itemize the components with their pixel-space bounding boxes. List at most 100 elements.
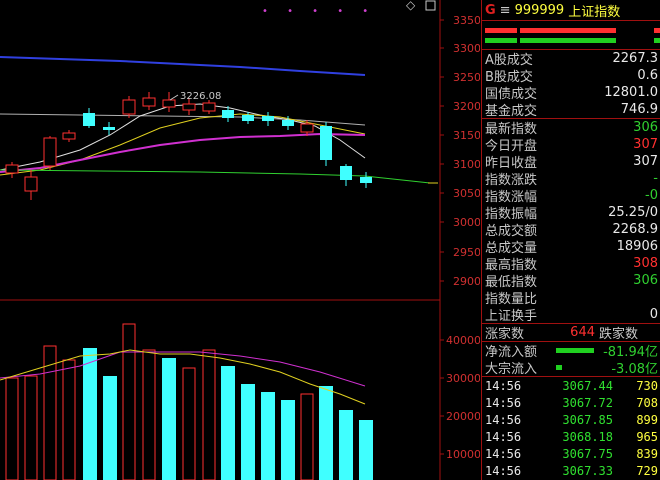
candle-down	[282, 120, 294, 126]
price-label: 3300	[453, 42, 480, 55]
price-label: 3250	[453, 71, 480, 84]
stat-row: 基金成交 746.9	[482, 101, 660, 119]
tick-row: 14:56 3068.18 965	[482, 428, 660, 445]
quote-panel: G ≡ 999999 上证指数 A股成交 2267.3 B股成交 0.6 国债成交 1…	[481, 0, 660, 480]
tick-time: 14:56	[485, 395, 522, 410]
candle-down	[262, 116, 274, 121]
volume-bar-down	[359, 420, 373, 480]
candle-down	[360, 177, 372, 183]
stat-value: 0	[649, 307, 658, 322]
kline-chart-area[interactable]: 3350 3300 3250 3200 3150 3100 3050 3000 …	[0, 0, 480, 480]
volume-bar-down	[162, 358, 176, 480]
candle-down	[242, 115, 254, 121]
volume-label: 30000	[446, 372, 480, 385]
price-label: 3000	[453, 216, 480, 229]
stat-value: 307	[633, 137, 658, 152]
stat-row: A股成交 2267.3	[482, 50, 660, 68]
tick-row: 14:56 3067.75 839	[482, 445, 660, 462]
turnover-section: A股成交 2267.3 B股成交 0.6 国债成交 12801.0 基金成交 746.9	[482, 50, 660, 119]
up-count-value: 644	[570, 325, 595, 340]
stat-row: 今日开盘 307	[482, 136, 660, 154]
price-label: 2950	[453, 246, 480, 259]
tick-price: 3067.85	[562, 412, 613, 427]
volume-bar-down	[221, 366, 235, 480]
tick-price: 3067.72	[562, 395, 613, 410]
candle-up	[182, 103, 196, 111]
stat-value: 746.9	[620, 102, 658, 117]
tick-time: 14:56	[485, 412, 522, 427]
stat-value: 25.25/0	[608, 205, 658, 220]
stat-row: 指数量比	[482, 289, 660, 307]
stat-row: 上证换手 0	[482, 306, 660, 324]
tick-row: 14:56 3067.33 729	[482, 462, 660, 479]
tick-list[interactable]: 14:56 3067.44 730 14:56 3067.72 708 14:56 306…	[482, 377, 660, 479]
candle-down	[83, 113, 95, 126]
volume-bar-down	[339, 410, 353, 480]
bid-bar	[520, 28, 616, 33]
stat-row: 总成交额 2268.9	[482, 221, 660, 239]
volume-bar-up	[62, 359, 76, 480]
tick-time: 14:56	[485, 378, 522, 393]
tick-price: 3067.75	[562, 446, 613, 461]
tick-row: 14:56 3067.44 730	[482, 377, 660, 394]
stat-value: 0.6	[637, 68, 658, 83]
tick-time: 14:56	[485, 463, 522, 478]
stat-row: 指数振幅 25.25/0	[482, 204, 660, 222]
candle-down	[340, 166, 352, 180]
tick-volume: 965	[636, 429, 658, 444]
volume-bar-up	[5, 377, 19, 480]
stat-row: 总成交量 18906	[482, 238, 660, 256]
panel-header: G ≡ 999999 上证指数	[482, 0, 660, 21]
volume-bars	[5, 323, 373, 480]
stat-row: 最高指数 308	[482, 255, 660, 273]
diamond-icon[interactable]: ◇	[406, 0, 416, 12]
index-name: 上证指数	[568, 4, 621, 20]
volume-bar-down	[83, 348, 97, 480]
kline-chart[interactable]: 3350 3300 3250 3200 3150 3100 3050 3000 …	[0, 0, 480, 480]
stat-value: -0	[645, 188, 658, 203]
candle-down	[103, 127, 115, 130]
window-icon[interactable]	[425, 0, 436, 11]
stat-row: 指数涨跌 -	[482, 170, 660, 188]
net-inflow-bar	[556, 348, 594, 353]
order-bar-area	[482, 21, 660, 50]
menu-icon[interactable]: ≡	[500, 3, 515, 18]
stat-label: 上证换手	[485, 309, 538, 324]
stat-value: -	[653, 171, 658, 186]
high-annotation-line	[169, 94, 179, 101]
ask-bar	[654, 38, 660, 43]
stat-row: 国债成交 12801.0	[482, 84, 660, 102]
breadth-row: 涨家数 644 跌家数	[482, 324, 660, 342]
candle-up	[43, 137, 57, 167]
price-label: 3100	[453, 158, 480, 171]
group-icon[interactable]: G	[482, 3, 500, 18]
flow-section: 净流入额 -81.94亿 大宗流入 -3.08亿	[482, 342, 660, 377]
candle-up	[122, 99, 136, 115]
candle-up	[24, 176, 38, 192]
volume-bar-down	[319, 386, 333, 480]
tick-price: 3067.33	[562, 463, 613, 478]
tick-price: 3068.18	[562, 429, 613, 444]
tick-time: 14:56	[485, 429, 522, 444]
volume-bar-up	[142, 349, 156, 480]
index-code: 999999	[514, 2, 565, 18]
top-markers: • • • • •	[262, 6, 376, 17]
tick-time: 14:56	[485, 446, 522, 461]
tick-price: 3067.44	[562, 378, 613, 393]
price-label: 3350	[453, 14, 480, 27]
ask-bar	[520, 38, 616, 43]
high-annotation: 3226.08	[180, 91, 221, 102]
price-label: 3150	[453, 129, 480, 142]
volume-bar-up	[182, 367, 196, 480]
ask-bar	[485, 38, 517, 43]
candle-up	[162, 99, 176, 108]
stat-value: 2267.3	[612, 51, 659, 66]
price-label: 2900	[453, 275, 480, 288]
price-label: 3050	[453, 187, 480, 200]
candle-down	[222, 110, 234, 118]
up-count-label: 涨家数	[485, 327, 525, 342]
bid-bar	[485, 28, 517, 33]
stat-value: 308	[633, 256, 658, 271]
stat-value: 307	[633, 154, 658, 169]
stat-value: 306	[633, 273, 658, 288]
